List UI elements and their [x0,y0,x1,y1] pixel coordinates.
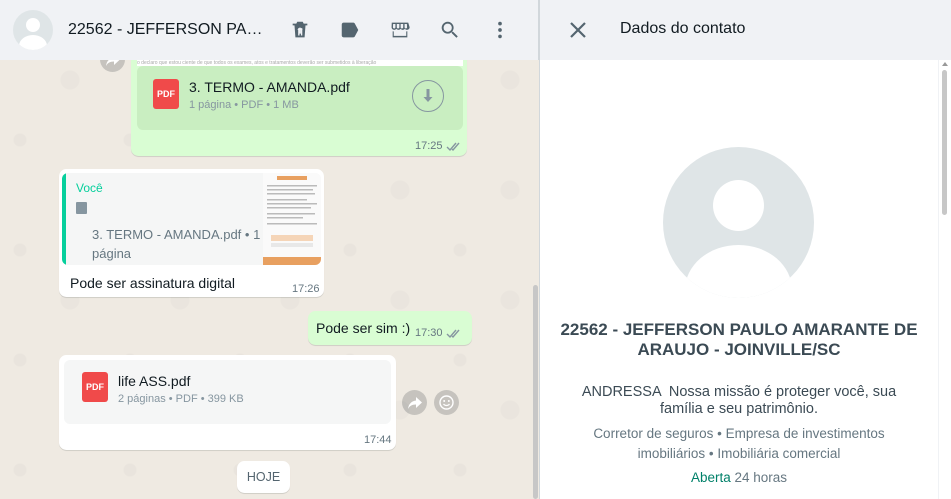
message-text: Pode ser assinatura digital [70,275,235,291]
quoted-reply[interactable]: Você 3. TERMO - AMANDA.pdf • 1 página [62,173,321,265]
contact-info-scroll-thumb[interactable] [942,70,947,215]
forward-icon [407,396,422,409]
document-meta: 1 página • PDF • 1 MB [189,99,299,111]
close-icon[interactable] [567,19,589,41]
read-ticks-icon [446,142,460,151]
document-name: life ASS.pdf [118,373,191,389]
download-button[interactable] [412,80,444,112]
message-time: 17:30 [415,327,462,339]
document-icon [76,202,87,214]
chat-scrollbar[interactable] [533,285,538,499]
reply-thumbnail [263,173,321,265]
chat-header-actions [288,18,512,42]
reply-accent-bar [62,173,66,265]
document-meta: 2 páginas • PDF • 399 KB [118,393,244,405]
business-hours[interactable]: Aberta 24 horas [560,470,918,485]
date-divider: HOJE [237,461,290,493]
contact-info-scrollbar[interactable] [939,60,951,499]
business-hours-detail: 24 horas [734,470,788,485]
chat-title[interactable]: 22562 - JEFFERSON PAUL... [68,21,268,39]
contact-info-header: Dados do contato [540,0,951,60]
pdf-icon: PDF [82,372,108,402]
read-ticks-icon [446,329,460,338]
reaction-button[interactable] [434,390,459,415]
document-name: 3. TERMO - AMANDA.pdf [189,79,350,95]
business-categories: Corretor de seguros • Empresa de investi… [593,426,885,461]
pdf-icon: PDF [153,79,179,109]
chat-header: 22562 - JEFFERSON PAUL... [0,0,539,60]
chat-avatar[interactable] [13,10,53,50]
message-time: 17:26 [292,283,320,295]
store-icon[interactable] [388,18,412,42]
message-time: 17:25 [415,140,462,152]
delete-icon[interactable] [288,18,312,42]
label-icon[interactable] [338,18,362,42]
contact-info-body: 22562 - JEFFERSON PAULO AMARANTE DE ARAU… [540,60,938,499]
download-icon [423,89,433,102]
reply-text: 3. TERMO - AMANDA.pdf • 1 página [92,227,261,261]
chat-pane: 22562 - JEFFERSON PAUL... o declaro que … [0,0,539,499]
contact-avatar[interactable] [663,147,814,298]
message-time: 17:44 [364,434,392,446]
search-icon[interactable] [438,18,462,42]
contact-name: 22562 - JEFFERSON PAULO AMARANTE DE ARAU… [560,320,918,359]
contact-info-pane: Dados do contato 22562 - JEFFERSON PAULO… [539,0,951,499]
reply-author: Você [76,181,103,195]
menu-icon[interactable] [488,18,512,42]
message-text: Pode ser sim :) [316,320,411,336]
contact-about: ANDRESSA Nossa missão é proteger você, s… [581,384,901,417]
emoji-icon [439,395,454,410]
contact-info-title: Dados do contato [620,20,746,37]
forward-button[interactable] [402,390,427,415]
business-hours-status: Aberta [690,470,731,485]
document-card[interactable]: PDF life ASS.pdf 2 páginas • PDF • 399 K… [64,360,391,424]
scroll-up-arrow-icon[interactable] [942,62,948,66]
